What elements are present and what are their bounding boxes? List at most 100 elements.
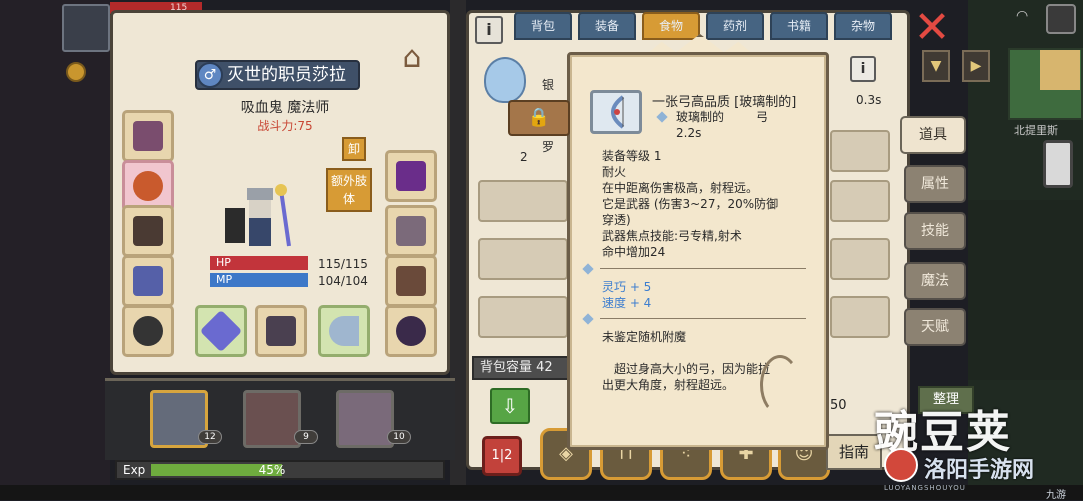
tooltip-line: 在中距离伤害极高，射程远。: [602, 181, 759, 195]
player-avatar[interactable]: [62, 4, 110, 52]
tab-equipment[interactable]: 装备: [578, 12, 636, 40]
gold-coin-icon[interactable]: [66, 62, 86, 82]
extra-limb-button[interactable]: 额外肢体: [326, 168, 372, 212]
belt-icon: [396, 216, 426, 246]
right-game-view: [968, 200, 1083, 380]
tooltip-line: 穿透): [602, 213, 631, 227]
equip-slot-main-hand[interactable]: [195, 305, 247, 357]
hp-value: 115/115: [318, 257, 368, 271]
screenshot-icon[interactable]: [1046, 4, 1076, 34]
tooltip-line: 命中增加24: [602, 245, 666, 259]
phone-icon[interactable]: [1043, 140, 1073, 188]
inventory-row[interactable]: [478, 238, 568, 280]
tab-misc[interactable]: 杂物: [834, 12, 892, 40]
play-button[interactable]: ▶: [962, 50, 990, 82]
tooltip-scroll-curl: [760, 355, 800, 415]
bow-item-icon: [590, 90, 642, 134]
equip-slot-ranged[interactable]: [318, 305, 370, 357]
egg-item-icon[interactable]: [484, 57, 526, 103]
bag-capacity: 背包容量 42: [472, 356, 572, 380]
tooltip-title: 一张弓高品质 [玻璃制的]: [652, 95, 797, 110]
tooltip-line: 装备等级 1: [602, 149, 662, 163]
male-gender-icon: ♂: [197, 62, 223, 88]
inventory-info-button[interactable]: i: [475, 16, 503, 44]
boots-icon: [396, 266, 426, 296]
watermark-site-name: 洛阳手游网: [924, 458, 1035, 483]
spiked-mace-icon: [266, 316, 296, 346]
item-weight-right: 0.3s: [856, 93, 882, 107]
item-count: 2: [520, 150, 528, 164]
inventory-row[interactable]: [830, 130, 890, 172]
equip-slot-ring-right[interactable]: [385, 305, 437, 357]
tab-books[interactable]: 书籍: [770, 12, 828, 40]
side-tab-items[interactable]: 道具: [900, 116, 966, 154]
item-row-name-2: 罗: [542, 140, 555, 154]
inventory-row[interactable]: [830, 296, 890, 338]
tooltip-line: 它是武器 (伤害3~27，20%防御: [602, 197, 779, 211]
race-class: 吸血鬼 魔法师: [240, 100, 330, 116]
character-sprite: [225, 184, 291, 247]
item-count-total: 50: [830, 398, 847, 413]
watermark-url: LUOYANGSHOUYOU: [884, 484, 966, 492]
tab-potion[interactable]: 药剂: [706, 12, 764, 40]
staff-icon: [199, 309, 243, 353]
tooltip-divider: [600, 268, 806, 269]
equip-slot-ring-left[interactable]: [122, 305, 174, 357]
ring-icon: [133, 316, 163, 346]
equip-slot-off-hand[interactable]: [255, 305, 307, 357]
equip-slot-head[interactable]: [122, 110, 174, 162]
equip-slot-cloak[interactable]: [385, 150, 437, 202]
side-tab-magic[interactable]: 魔法: [904, 262, 966, 300]
combat-power: 战斗力:75: [257, 119, 313, 133]
gauntlet-icon: [133, 266, 163, 296]
map-marker-button[interactable]: ▼: [922, 50, 950, 82]
exp-percent: 45%: [258, 463, 286, 477]
tab-backpack[interactable]: 背包: [514, 12, 572, 40]
tab-food[interactable]: 食物: [642, 12, 700, 40]
download-arrow-icon[interactable]: ⇩: [490, 388, 530, 424]
inventory-row[interactable]: [830, 238, 890, 280]
watermark-corner: 九游: [1046, 490, 1066, 501]
hanger-icon[interactable]: ⌂: [382, 38, 442, 78]
inventory-row[interactable]: [830, 180, 890, 222]
side-tab-skills[interactable]: 技能: [904, 212, 966, 250]
tooltip-bonus: 灵巧 + 5: [602, 280, 652, 294]
tooltip-flavor: 出更大角度，射程超远。: [602, 378, 735, 392]
tooltip-divider: [600, 318, 806, 319]
party-member-level: 10: [387, 430, 411, 444]
inventory-row[interactable]: [478, 296, 568, 338]
mp-bar: MP: [210, 273, 308, 287]
tooltip-info-button[interactable]: i: [850, 56, 876, 82]
lock-icon[interactable]: 🔒: [508, 100, 570, 136]
wifi-icon: ◠: [1016, 8, 1029, 24]
tooltip-bonus: 速度 + 4: [602, 296, 652, 310]
hat-icon: [133, 121, 163, 151]
equip-slot-waist[interactable]: [385, 205, 437, 257]
tooltip-line: 武器焦点技能:弓专精,射术: [602, 229, 742, 243]
equip-slot-arms[interactable]: [122, 255, 174, 307]
party-member-level: 9: [294, 430, 318, 444]
item-row-name: 银: [542, 78, 555, 92]
equip-slot-feet[interactable]: [385, 255, 437, 307]
exp-bar: Exp 45%: [115, 460, 445, 480]
amulet-icon: [133, 171, 163, 201]
inventory-row[interactable]: [478, 180, 568, 222]
tooltip-material: 玻璃制的: [676, 110, 725, 124]
side-tab-attributes[interactable]: 属性: [904, 165, 966, 203]
tooltip-flavor: 超过身高大小的弓，因为能拉: [614, 362, 771, 376]
bow-icon: [329, 316, 359, 346]
equip-slot-body[interactable]: [122, 205, 174, 257]
party-member-2[interactable]: [243, 390, 301, 448]
cloak-icon: [396, 161, 426, 191]
close-icon[interactable]: ✕: [912, 6, 952, 50]
mp-value: 104/104: [318, 274, 368, 288]
side-tab-talent[interactable]: 天赋: [904, 308, 966, 346]
minimap-town: [1040, 50, 1080, 90]
hp-bar: HP: [210, 256, 308, 270]
party-member-3[interactable]: [336, 390, 394, 448]
map-location: 北提里斯: [1014, 124, 1058, 137]
ring-purple-icon: [396, 316, 426, 346]
unequip-button[interactable]: 卸: [342, 137, 366, 161]
storage-switch-button[interactable]: 1|2: [482, 436, 522, 476]
tooltip-enchant: 未鉴定随机附魔: [602, 330, 687, 344]
